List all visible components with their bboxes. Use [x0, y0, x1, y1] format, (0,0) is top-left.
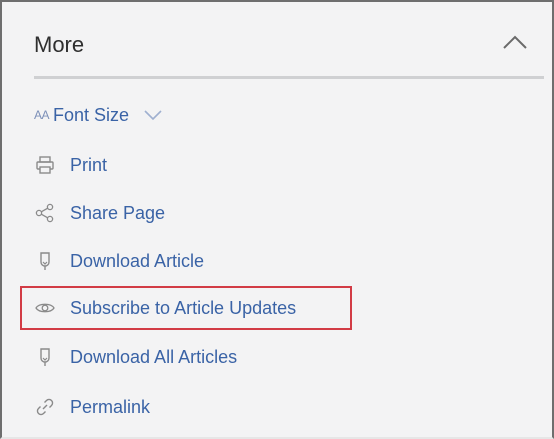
menu-item-share-page[interactable]: Share Page: [34, 196, 165, 230]
menu-item-label: Print: [70, 155, 108, 175]
menu-item-label: Permalink: [70, 397, 151, 417]
header-divider: [34, 76, 544, 79]
link-icon: [34, 396, 56, 418]
menu-item-label: Subscribe to Article Updates: [70, 298, 297, 318]
menu-item-label: Download Article: [70, 251, 205, 271]
printer-icon: [34, 154, 56, 176]
panel-header: More: [2, 2, 552, 76]
share-icon: [34, 202, 56, 224]
chevron-up-icon: [503, 35, 527, 49]
panel-title: More: [34, 32, 85, 57]
menu-item-permalink[interactable]: Permalink: [34, 390, 150, 424]
collapse-button[interactable]: [498, 26, 532, 60]
menu-item-download-article[interactable]: Download Article: [34, 244, 204, 278]
font-size-icon: AA: [34, 108, 50, 122]
menu-item-print[interactable]: Print: [34, 148, 107, 182]
download-icon: [34, 346, 56, 368]
more-panel: More AA Font Size Print Share Page Downl…: [0, 0, 554, 439]
menu-item-download-all-articles[interactable]: Download All Articles: [34, 340, 237, 374]
font-size-label: Font Size: [53, 105, 130, 125]
eye-icon: [34, 297, 56, 319]
font-size-toggle[interactable]: AA Font Size: [34, 98, 163, 132]
menu-item-subscribe-article-updates[interactable]: Subscribe to Article Updates: [20, 286, 352, 330]
menu-item-label: Download All Articles: [70, 347, 238, 367]
chevron-down-icon: [143, 109, 163, 121]
menu-item-label: Share Page: [70, 203, 166, 223]
download-icon: [34, 250, 56, 272]
